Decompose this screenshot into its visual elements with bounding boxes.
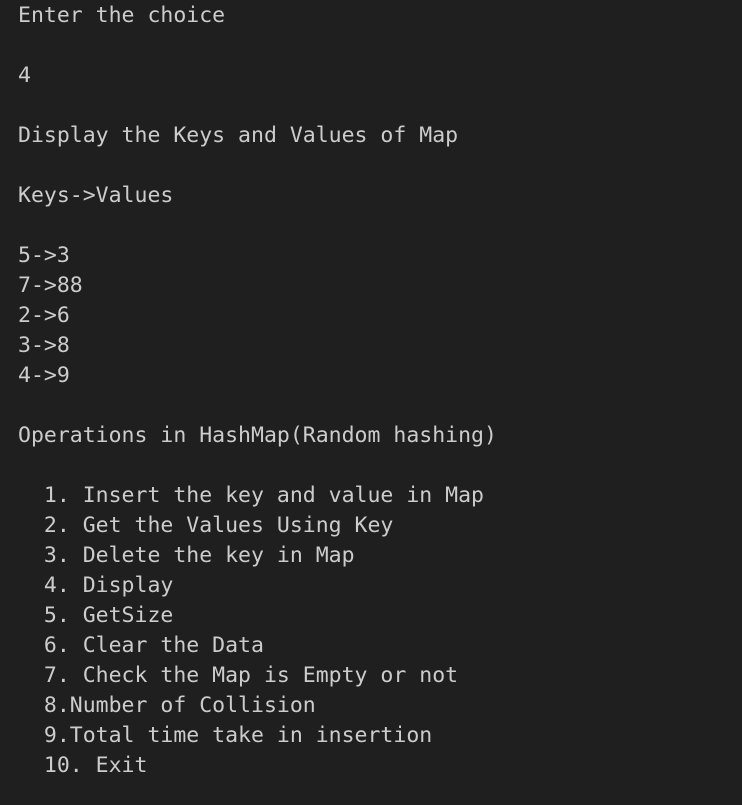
menu-item: 10. Exit [18, 753, 148, 778]
menu-title: Operations in HashMap(Random hashing) [18, 423, 497, 448]
menu-item: 4. Display [18, 573, 174, 598]
menu-item: 8.Number of Collision [18, 693, 316, 718]
map-entry: 5->3 [18, 243, 70, 268]
map-entry: 3->8 [18, 333, 70, 358]
map-entry: 4->9 [18, 363, 70, 388]
menu-item: 6. Clear the Data [18, 633, 264, 658]
menu-item: 2. Get the Values Using Key [18, 513, 394, 538]
menu-item: 5. GetSize [18, 603, 174, 628]
table-header: Keys->Values [18, 183, 174, 208]
display-heading: Display the Keys and Values of Map [18, 123, 459, 148]
map-entry: 2->6 [18, 303, 70, 328]
prompt-line: Enter the choice [18, 3, 226, 28]
map-entry: 7->88 [18, 273, 83, 298]
menu-item: 9.Total time take in insertion [18, 723, 433, 748]
terminal-output: Enter the choice 4 Display the Keys and … [0, 0, 742, 781]
menu-item: 7. Check the Map is Empty or not [18, 663, 459, 688]
menu-item: 3. Delete the key in Map [18, 543, 355, 568]
user-input-line: 4 [18, 63, 31, 88]
menu-item: 1. Insert the key and value in Map [18, 483, 484, 508]
